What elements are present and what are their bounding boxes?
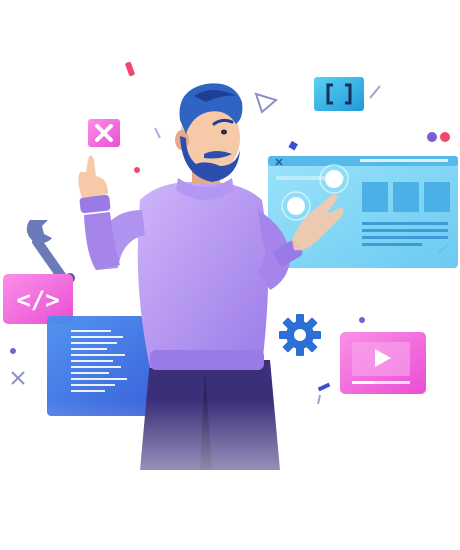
- code-tag-icon: </>: [16, 286, 59, 314]
- triangle-decoration: [254, 92, 279, 114]
- cross-decoration: [11, 371, 25, 385]
- bracket-card: [314, 77, 364, 111]
- close-card: [88, 119, 120, 147]
- gear-icon: [279, 314, 321, 356]
- bottom-fade-overlay: [0, 400, 460, 550]
- illustration-canvas: </>: [0, 0, 460, 550]
- video-card: [340, 332, 426, 394]
- illustration-svg: </>: [0, 61, 460, 550]
